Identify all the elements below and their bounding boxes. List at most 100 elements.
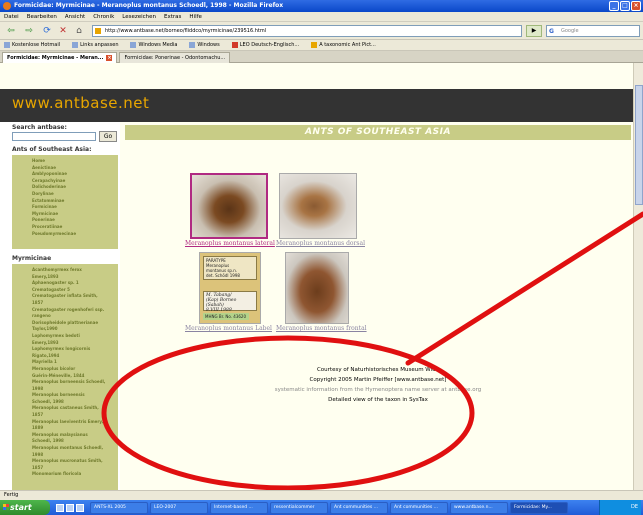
antbase-search-go-button[interactable]: Go bbox=[99, 131, 117, 142]
caption-dorsal-link[interactable]: Meranoplus montanus dorsal bbox=[276, 240, 365, 247]
sidebar-item[interactable]: 1998 bbox=[32, 386, 116, 393]
sidebar-item[interactable]: Amblyoponinae bbox=[32, 171, 116, 178]
taskbar-item[interactable]: Ant communities ... bbox=[390, 501, 448, 514]
page-scrollbar[interactable] bbox=[633, 63, 643, 490]
sidebar-item[interactable]: 1857 bbox=[32, 300, 116, 307]
sidebar-item[interactable]: Taylor,1990 bbox=[32, 326, 116, 333]
menu-ansicht[interactable]: Ansicht bbox=[65, 12, 85, 21]
specimen-photo-label[interactable]: PARATYPE Meranoplus montanus sp.n. det. … bbox=[199, 252, 261, 324]
sidebar-item[interactable]: Dorylinae bbox=[32, 191, 116, 198]
sidebar-item[interactable]: 1889 bbox=[32, 425, 116, 432]
sidebar-item[interactable]: Schoedl, 1998 bbox=[32, 399, 116, 406]
taskbar-item[interactable]: Ant communities ... bbox=[330, 501, 388, 514]
specimen-photo-frontal[interactable] bbox=[285, 252, 349, 324]
menu-bearbeiten[interactable]: Bearbeiten bbox=[27, 12, 57, 21]
taskbar-item[interactable]: ANTS-XL 2005 bbox=[90, 501, 148, 514]
specimen-photo-lateral[interactable] bbox=[190, 173, 268, 239]
bookmark-item[interactable]: Windows bbox=[189, 40, 220, 50]
sidebar-item[interactable]: Ectatomminae bbox=[32, 198, 116, 205]
quicklaunch-icon[interactable] bbox=[66, 503, 74, 512]
quicklaunch-icon[interactable] bbox=[76, 503, 84, 512]
url-bar[interactable]: http://www.antbase.net/borneo/fliddco/my… bbox=[92, 25, 522, 37]
home-button[interactable]: ⌂ bbox=[72, 25, 86, 37]
site-brand[interactable]: www.antbase.net bbox=[12, 94, 149, 112]
sidebar-item[interactable]: Meranoplus malaysianus bbox=[32, 432, 116, 439]
antbase-search-input[interactable] bbox=[12, 132, 96, 141]
sidebar-item[interactable]: Cerapachyinae bbox=[32, 178, 116, 185]
go-button[interactable]: ▶ bbox=[526, 25, 542, 37]
footer-systematic-link[interactable]: systematic information from the Hymenopt… bbox=[125, 387, 631, 393]
close-tab-icon[interactable]: × bbox=[106, 55, 113, 61]
bookmark-item[interactable]: A taxonomic Ant Pict... bbox=[311, 40, 376, 50]
close-button[interactable]: × bbox=[631, 1, 641, 11]
sidebar-item[interactable]: Rigato,1994 bbox=[32, 353, 116, 360]
quicklaunch-icon[interactable] bbox=[56, 503, 64, 512]
sidebar-item[interactable]: Crematogaster 5 bbox=[32, 287, 116, 294]
sidebar-item[interactable]: Myrmicinae bbox=[32, 211, 116, 218]
sidebar-item[interactable]: Aphaenogaster sp. 1 bbox=[32, 280, 116, 287]
sidebar-item[interactable]: Crematogaster inflata Smith, bbox=[32, 293, 116, 300]
sidebar-item[interactable]: Proceratiinae bbox=[32, 224, 116, 231]
sidebar-item[interactable]: Meranoplus laeviventris Emery, bbox=[32, 419, 116, 426]
sidebar-item[interactable]: Meranoplus borneensis Schoedl, bbox=[32, 379, 116, 386]
caption-lateral-link[interactable]: Meranoplus montanus lateral bbox=[185, 240, 275, 247]
bookmark-icon bbox=[231, 42, 238, 48]
sidebar-item[interactable]: Meranoplus castaneus Smith, bbox=[32, 405, 116, 412]
tab-myrmicinae[interactable]: Formicidae: Myrmicinae - Meran... × bbox=[2, 52, 118, 63]
bookmark-item[interactable]: Windows Media bbox=[130, 40, 177, 50]
stop-button[interactable]: ✕ bbox=[56, 25, 70, 37]
back-button[interactable]: ⇦ bbox=[4, 25, 18, 37]
menu-chronik[interactable]: Chronik bbox=[93, 12, 114, 21]
sidebar-item[interactable]: rangeno bbox=[32, 313, 116, 320]
tab-ponerinae[interactable]: Formicidae: Ponerinae - Odontomachu... bbox=[119, 52, 231, 63]
bookmark-item[interactable]: Links anpassen bbox=[72, 40, 118, 50]
sidebar-item[interactable]: Monomorium floricola bbox=[32, 471, 116, 478]
scrollbar-thumb[interactable] bbox=[635, 85, 643, 205]
taskbar-item[interactable]: Internet-based ... bbox=[210, 501, 268, 514]
bookmark-item[interactable]: LEO Deutsch-Englisch... bbox=[231, 40, 299, 50]
sidebar-item[interactable]: Crematogaster rogenhoferi ssp. bbox=[32, 307, 116, 314]
caption-label-link[interactable]: Meranoplus montanus Label bbox=[185, 325, 272, 332]
taskbar-item[interactable]: ressentialcommer bbox=[270, 501, 328, 514]
sidebar-item[interactable]: Schoedl, 1998 bbox=[32, 438, 116, 445]
specimen-photo-dorsal[interactable] bbox=[279, 173, 357, 239]
sidebar-item[interactable]: Meranoplus bicolor bbox=[32, 366, 116, 373]
sidebar-item[interactable]: Home bbox=[32, 158, 116, 165]
sidebar-item[interactable]: Pseudomyrmecinae bbox=[32, 231, 116, 238]
taskbar-item[interactable]: LEO-2007 bbox=[150, 501, 208, 514]
sidebar-item[interactable]: Aenictinae bbox=[32, 165, 116, 172]
sidebar-item[interactable]: Meranoplus montanus Schoedl, bbox=[32, 445, 116, 452]
caption-frontal-link[interactable]: Meranoplus montanus frontal bbox=[276, 325, 367, 332]
menu-datei[interactable]: Datei bbox=[4, 12, 19, 21]
taskbar-item[interactable]: Formicidae: My... bbox=[510, 501, 568, 514]
minimize-button[interactable]: _ bbox=[609, 1, 619, 11]
bookmark-item[interactable]: Kostenlose Hotmail bbox=[4, 40, 60, 50]
menu-hilfe[interactable]: Hilfe bbox=[189, 12, 202, 21]
maximize-button[interactable]: □ bbox=[620, 1, 630, 11]
sidebar-item[interactable]: Mayriella 1 bbox=[32, 359, 116, 366]
sidebar-item[interactable]: Emery,1893 bbox=[32, 340, 116, 347]
reload-button[interactable]: ⟳ bbox=[40, 25, 54, 37]
sidebar-item[interactable]: Dolichoderinae bbox=[32, 184, 116, 191]
sidebar-item[interactable]: 1857 bbox=[32, 465, 116, 472]
sidebar-item[interactable]: Emery,1893 bbox=[32, 274, 116, 281]
sidebar-item[interactable]: Formicinae bbox=[32, 204, 116, 211]
taskbar-item[interactable]: www.antbase.n... bbox=[450, 501, 508, 514]
start-button[interactable]: start bbox=[0, 500, 50, 515]
sidebar-item[interactable]: 1998 bbox=[32, 452, 116, 459]
sidebar-item[interactable]: Meranoplus borneensis bbox=[32, 392, 116, 399]
search-engine-input[interactable]: G Google bbox=[546, 25, 640, 37]
menu-extras[interactable]: Extras bbox=[164, 12, 181, 21]
footer-systax-link[interactable]: Detailed view of the taxon in SysTax bbox=[125, 397, 631, 403]
sidebar-item[interactable]: Ponerinae bbox=[32, 217, 116, 224]
sidebar-item[interactable]: Lophomyrmex longicornis bbox=[32, 346, 116, 353]
sidebar-item[interactable]: Acanthomyrmex ferox bbox=[32, 267, 116, 274]
sidebar-item[interactable]: 1857 bbox=[32, 412, 116, 419]
menu-lesezeichen[interactable]: Lesezeichen bbox=[122, 12, 156, 21]
sidebar-item[interactable]: Meranoplus mucronatus Smith, bbox=[32, 458, 116, 465]
sidebar-item[interactable]: Lophomyrmex bedoti bbox=[32, 333, 116, 340]
bookmark-icon bbox=[311, 42, 318, 48]
forward-button[interactable]: ⇨ bbox=[22, 25, 36, 37]
sidebar-item[interactable]: Dorisopheidole plattnerianae bbox=[32, 320, 116, 327]
sidebar-item[interactable]: Guérin-Méneville, 1844 bbox=[32, 373, 116, 380]
